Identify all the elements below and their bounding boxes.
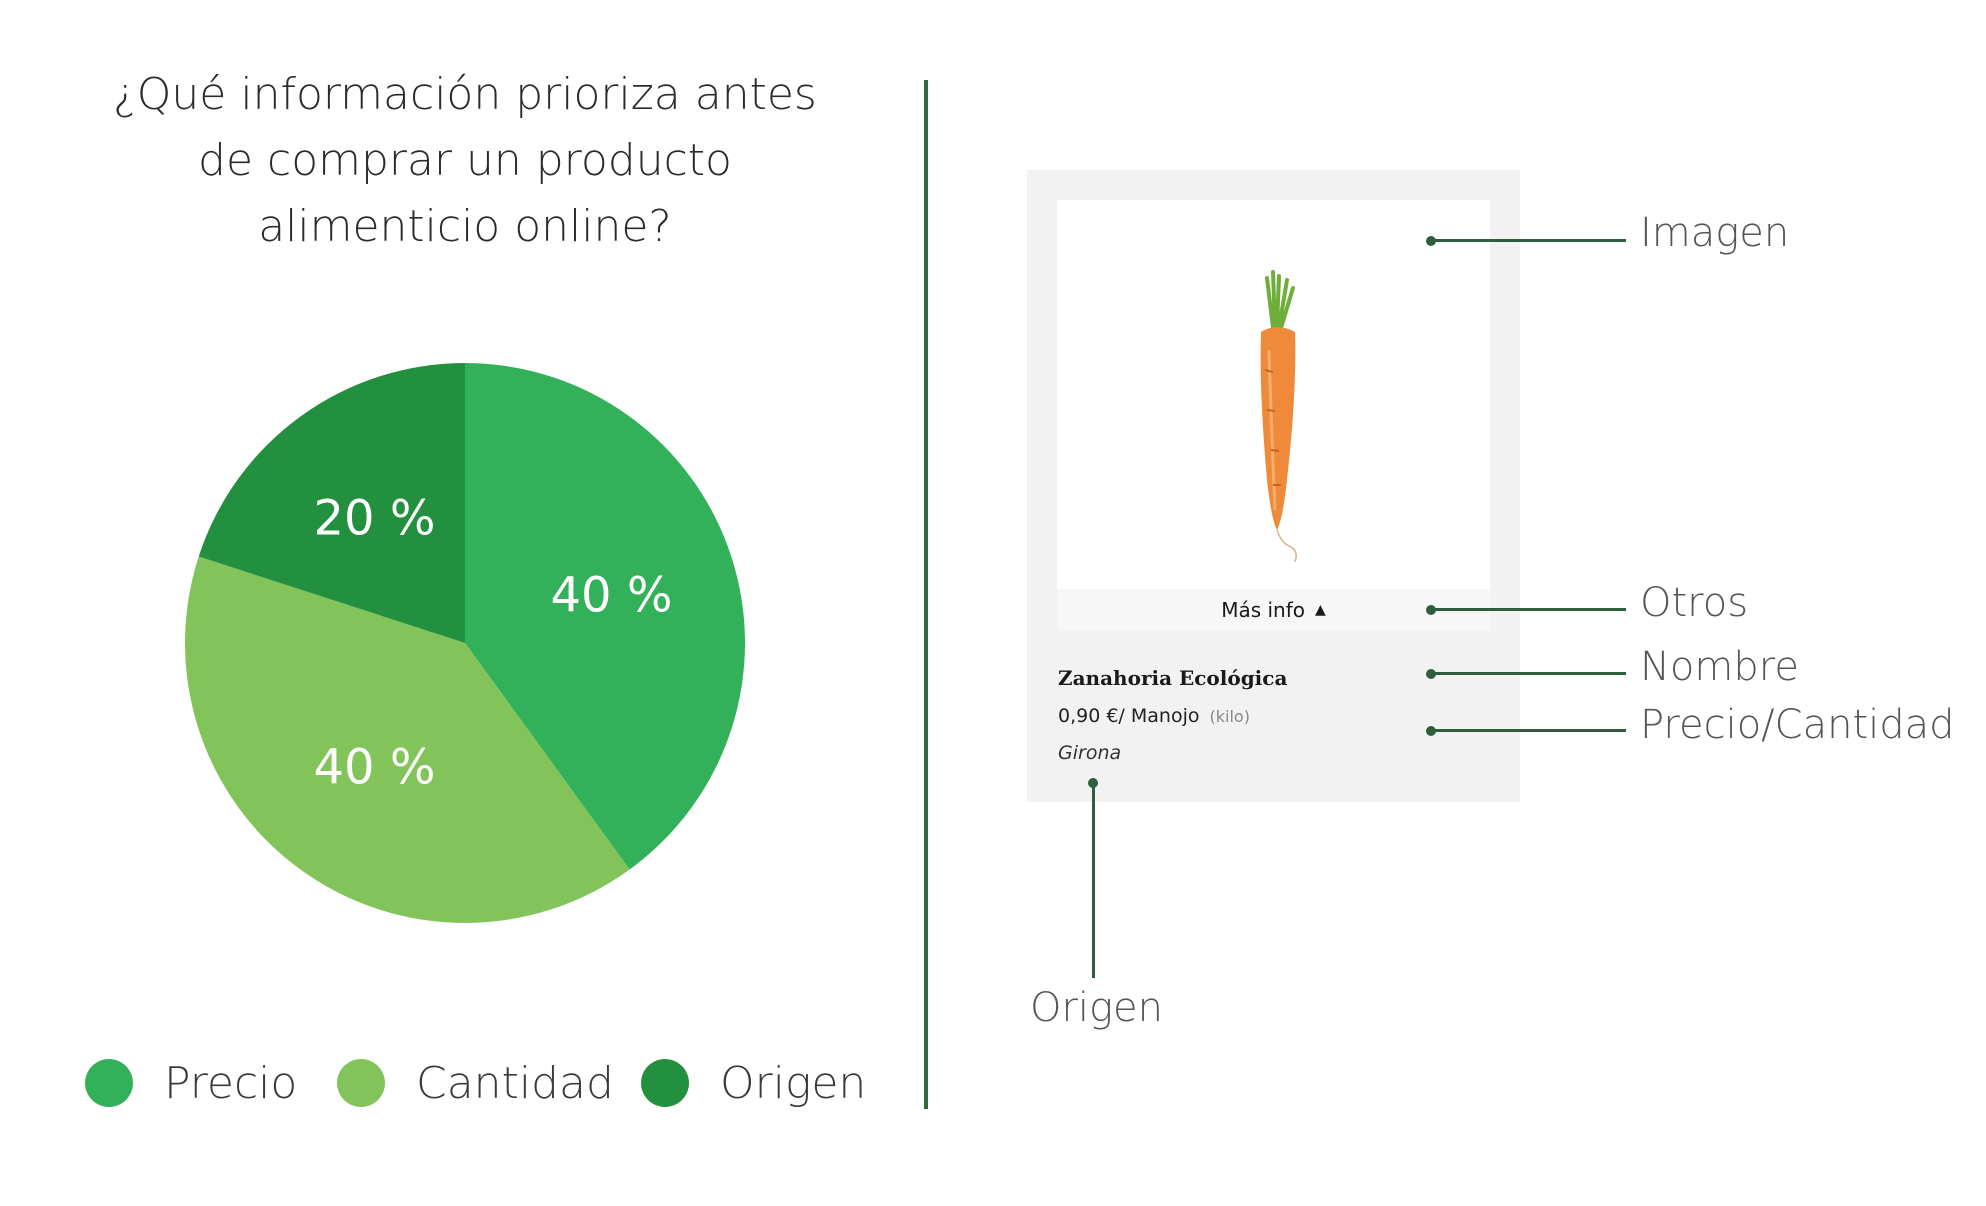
legend-item-origen: Origen bbox=[641, 1048, 866, 1118]
annotation-label-otros: Otros bbox=[1640, 580, 1749, 626]
annotation-line-imagen bbox=[1431, 239, 1626, 242]
legend-label-precio: Precio bbox=[164, 1057, 298, 1109]
carrot-image bbox=[1260, 270, 1297, 563]
more-info-label: Más info bbox=[1221, 598, 1306, 622]
annotation-line-otros bbox=[1431, 608, 1626, 611]
legend-item-cantidad: Cantidad bbox=[337, 1048, 614, 1118]
chevron-up-icon: ▲ bbox=[1315, 602, 1326, 618]
pie-label-precio: 40 % bbox=[550, 567, 672, 623]
chart-title-line-1: ¿Qué información prioriza antes bbox=[113, 69, 817, 120]
legend-swatch-cantidad bbox=[337, 1059, 385, 1107]
chart-legend: Precio Cantidad Origen bbox=[85, 1048, 965, 1118]
annotation-line-origen bbox=[1092, 783, 1095, 978]
pie-label-cantidad: 40 % bbox=[314, 740, 436, 796]
product-price-value: 0,90 €/ Manojo bbox=[1058, 705, 1200, 727]
legend-swatch-precio bbox=[85, 1059, 133, 1107]
legend-item-precio: Precio bbox=[85, 1048, 297, 1118]
legend-label-origen: Origen bbox=[720, 1057, 867, 1109]
product-name[interactable]: Zanahoria Ecológica bbox=[1058, 666, 1287, 690]
product-price: 0,90 €/ Manojo (kilo) bbox=[1058, 705, 1250, 727]
chart-title-line-3: alimenticio online? bbox=[258, 201, 672, 252]
annotation-label-precio-cantidad: Precio/Cantidad bbox=[1640, 702, 1955, 748]
chart-title: ¿Qué información prioriza antes de compr… bbox=[40, 62, 890, 260]
annotation-label-origen: Origen bbox=[1030, 985, 1164, 1031]
annotation-label-imagen: Imagen bbox=[1640, 210, 1790, 256]
product-card[interactable]: Más info ▲ Zanahoria Ecológica 0,90 €/ M… bbox=[1027, 170, 1520, 802]
product-origin: Girona bbox=[1058, 742, 1122, 764]
annotation-line-nombre bbox=[1431, 672, 1626, 675]
chart-title-line-2: de comprar un producto bbox=[198, 135, 732, 186]
pie-chart: 40 % 40 % 20 % bbox=[185, 363, 745, 923]
pie-label-origen: 20 % bbox=[314, 490, 436, 546]
legend-label-cantidad: Cantidad bbox=[416, 1057, 614, 1109]
product-unit: (kilo) bbox=[1209, 707, 1250, 726]
product-image-area[interactable] bbox=[1057, 200, 1490, 589]
vertical-divider bbox=[924, 80, 928, 1109]
annotation-label-nombre: Nombre bbox=[1640, 644, 1799, 690]
legend-swatch-origen bbox=[641, 1059, 689, 1107]
annotation-line-precio-cantidad bbox=[1431, 729, 1626, 732]
